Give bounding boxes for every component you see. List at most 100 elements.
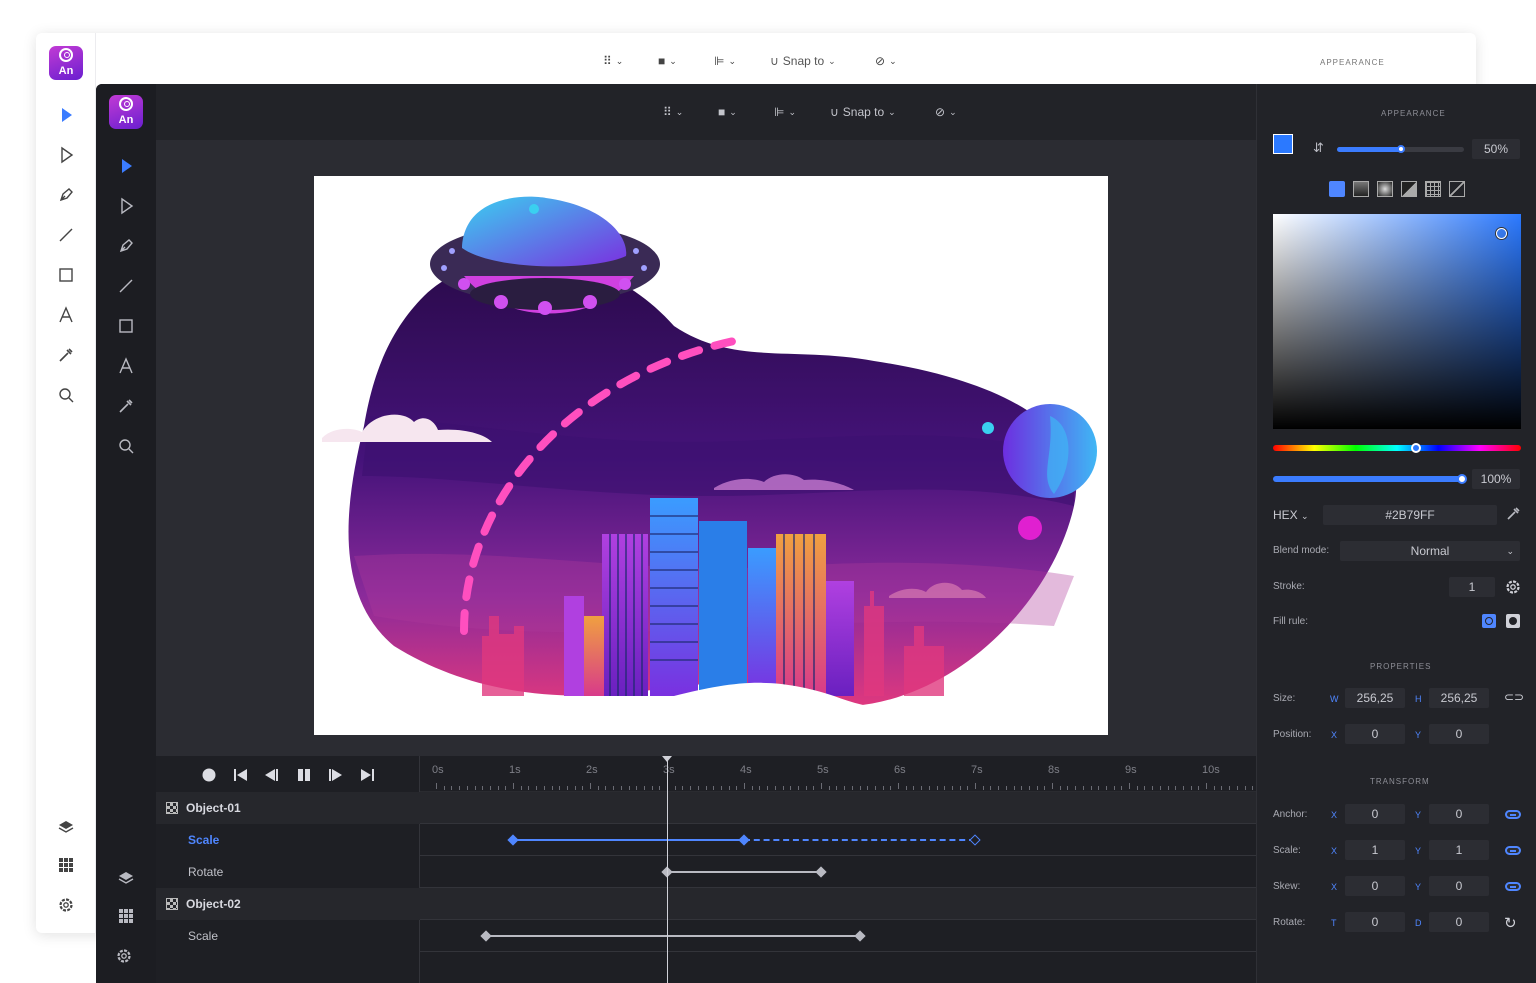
bg-snap-dropdown[interactable]: ∪ Snap to ⌄ — [765, 50, 841, 72]
select-tool-icon[interactable] — [51, 100, 81, 130]
width-input[interactable]: 256,25 — [1345, 688, 1405, 708]
color-picker-handle[interactable] — [1496, 228, 1507, 239]
transform-value-input[interactable]: 0 — [1429, 912, 1489, 932]
fill-linear-gradient-icon[interactable] — [1353, 181, 1369, 197]
timeline-row-label[interactable]: Scale — [188, 929, 218, 943]
direct-select-tool-icon[interactable] — [111, 191, 141, 221]
city-ufo-illustration[interactable] — [314, 176, 1108, 735]
settings-gear-icon[interactable] — [109, 941, 139, 971]
step-forward-button[interactable] — [327, 766, 345, 784]
hex-input[interactable]: #2B79FF — [1323, 505, 1497, 525]
scale-link-icon[interactable] — [1505, 846, 1521, 855]
timeline-property-row[interactable]: Rotate — [156, 856, 1256, 888]
color-picker-area[interactable] — [1273, 214, 1521, 429]
transform-value-input[interactable]: 1 — [1345, 840, 1405, 860]
eyedropper-icon[interactable] — [1505, 506, 1521, 522]
layers-icon[interactable] — [51, 812, 81, 842]
height-input[interactable]: 256,25 — [1429, 688, 1489, 708]
bg-distribute-dropdown[interactable]: ⠿ ⌄ — [598, 50, 628, 72]
step-back-button[interactable] — [262, 766, 280, 784]
transform-value-input[interactable]: 0 — [1345, 876, 1405, 896]
timeline-row-label[interactable]: Scale — [188, 833, 219, 847]
hue-slider-knob[interactable] — [1411, 443, 1421, 453]
keyframe-diamond[interactable] — [815, 866, 827, 878]
blend-mode-select[interactable]: Normal ⌄ — [1340, 541, 1520, 561]
go-to-start-button[interactable] — [231, 766, 249, 784]
fill-solid-icon[interactable] — [1329, 181, 1345, 197]
color-format-dropdown[interactable]: HEX ⌄ — [1273, 508, 1309, 522]
playhead-handle[interactable] — [662, 756, 672, 762]
measure-dropdown[interactable]: ⊘ ⌄ — [930, 101, 962, 123]
timeline-row-label[interactable]: Object-02 — [186, 897, 241, 911]
eyedropper-tool-icon[interactable] — [111, 391, 141, 421]
bg-measure-dropdown[interactable]: ⊘ ⌄ — [870, 50, 902, 72]
text-tool-icon[interactable] — [111, 351, 141, 381]
eyedropper-tool-icon[interactable] — [51, 340, 81, 370]
playhead[interactable] — [662, 756, 672, 983]
transform-value-input[interactable]: 0 — [1429, 876, 1489, 896]
keyframe-tween-segment[interactable] — [667, 871, 821, 873]
timeline-property-row[interactable]: Scale — [156, 824, 1256, 856]
opacity-slider-knob[interactable] — [1396, 145, 1405, 153]
bg-arrange-dropdown[interactable]: ■ ⌄ — [653, 50, 682, 72]
position-y-input[interactable]: 0 — [1429, 724, 1489, 744]
align-dropdown[interactable]: ⊫ ⌄ — [769, 101, 801, 123]
keyframe-tween-segment[interactable] — [513, 839, 744, 841]
bg-align-dropdown[interactable]: ⊫ ⌄ — [709, 50, 741, 72]
fill-rule-evenodd-icon[interactable] — [1506, 614, 1520, 628]
timeline-row-label[interactable]: Rotate — [188, 865, 223, 879]
transform-value-input[interactable]: 0 — [1429, 804, 1489, 824]
direct-select-tool-icon[interactable] — [51, 140, 81, 170]
time-ruler[interactable]: 0s 1s 2s 3s 4s 5s 6s 7s 8s 9s 10s — [420, 756, 1269, 792]
transform-value-input[interactable]: 1 — [1429, 840, 1489, 860]
stroke-width-input[interactable]: 1 — [1449, 577, 1495, 597]
anchor-link-icon[interactable] — [1505, 810, 1521, 819]
alpha-slider-knob[interactable] — [1457, 474, 1467, 484]
stroke-settings-gear-icon[interactable] — [1504, 578, 1522, 596]
opacity-slider[interactable] — [1337, 145, 1464, 153]
alpha-slider[interactable] — [1273, 474, 1467, 484]
arrange-dropdown[interactable]: ■ ⌄ — [713, 101, 742, 123]
swap-colors-icon[interactable]: ⇵ — [1313, 140, 1327, 156]
constrain-proportions-icon[interactable]: ⊂⊃ — [1504, 690, 1524, 706]
line-tool-icon[interactable] — [111, 271, 141, 301]
pause-button[interactable] — [295, 766, 313, 784]
record-button[interactable] — [200, 766, 218, 784]
position-x-input[interactable]: 0 — [1345, 724, 1405, 744]
pen-tool-icon[interactable] — [111, 231, 141, 261]
timeline-row-label[interactable]: Object-01 — [186, 801, 241, 815]
artboard[interactable] — [314, 176, 1108, 735]
fill-rule-nonzero-icon[interactable] — [1482, 614, 1496, 628]
text-tool-icon[interactable] — [51, 300, 81, 330]
transform-value-input[interactable]: 0 — [1345, 804, 1405, 824]
keyframe-tween-segment[interactable] — [486, 935, 860, 937]
line-tool-icon[interactable] — [51, 220, 81, 250]
pen-tool-icon[interactable] — [51, 180, 81, 210]
fill-pattern-icon[interactable] — [1425, 181, 1441, 197]
skew-link-icon[interactable] — [1505, 882, 1521, 891]
fill-radial-gradient-icon[interactable] — [1377, 181, 1393, 197]
keyframe-diamond[interactable] — [738, 834, 750, 846]
select-tool-icon[interactable] — [111, 151, 141, 181]
timeline-object-row[interactable]: Object-01 — [156, 792, 1256, 824]
distribute-dropdown[interactable]: ⠿ ⌄ — [658, 101, 688, 123]
grid-icon[interactable] — [51, 850, 81, 880]
layers-icon[interactable] — [111, 863, 141, 893]
keyframe-tween-segment[interactable] — [744, 839, 975, 841]
rotate-reset-icon[interactable]: ↻ — [1504, 914, 1520, 932]
go-to-end-button[interactable] — [359, 766, 377, 784]
fill-color-swatch[interactable] — [1273, 134, 1293, 154]
timeline-object-row[interactable]: Object-02 — [156, 888, 1256, 920]
settings-gear-icon[interactable] — [51, 890, 81, 920]
canvas-area[interactable] — [156, 140, 1256, 756]
alpha-value[interactable]: 100% — [1472, 469, 1520, 489]
transform-value-input[interactable]: 0 — [1345, 912, 1405, 932]
snap-to-dropdown[interactable]: ∪ Snap to ⌄ — [825, 101, 901, 123]
zoom-tool-icon[interactable] — [111, 431, 141, 461]
fill-conic-gradient-icon[interactable] — [1401, 181, 1417, 197]
rectangle-tool-icon[interactable] — [111, 311, 141, 341]
hue-slider[interactable] — [1273, 443, 1521, 453]
keyframe-diamond[interactable] — [480, 930, 492, 942]
opacity-value[interactable]: 50% — [1472, 139, 1520, 159]
grid-icon[interactable] — [111, 901, 141, 931]
